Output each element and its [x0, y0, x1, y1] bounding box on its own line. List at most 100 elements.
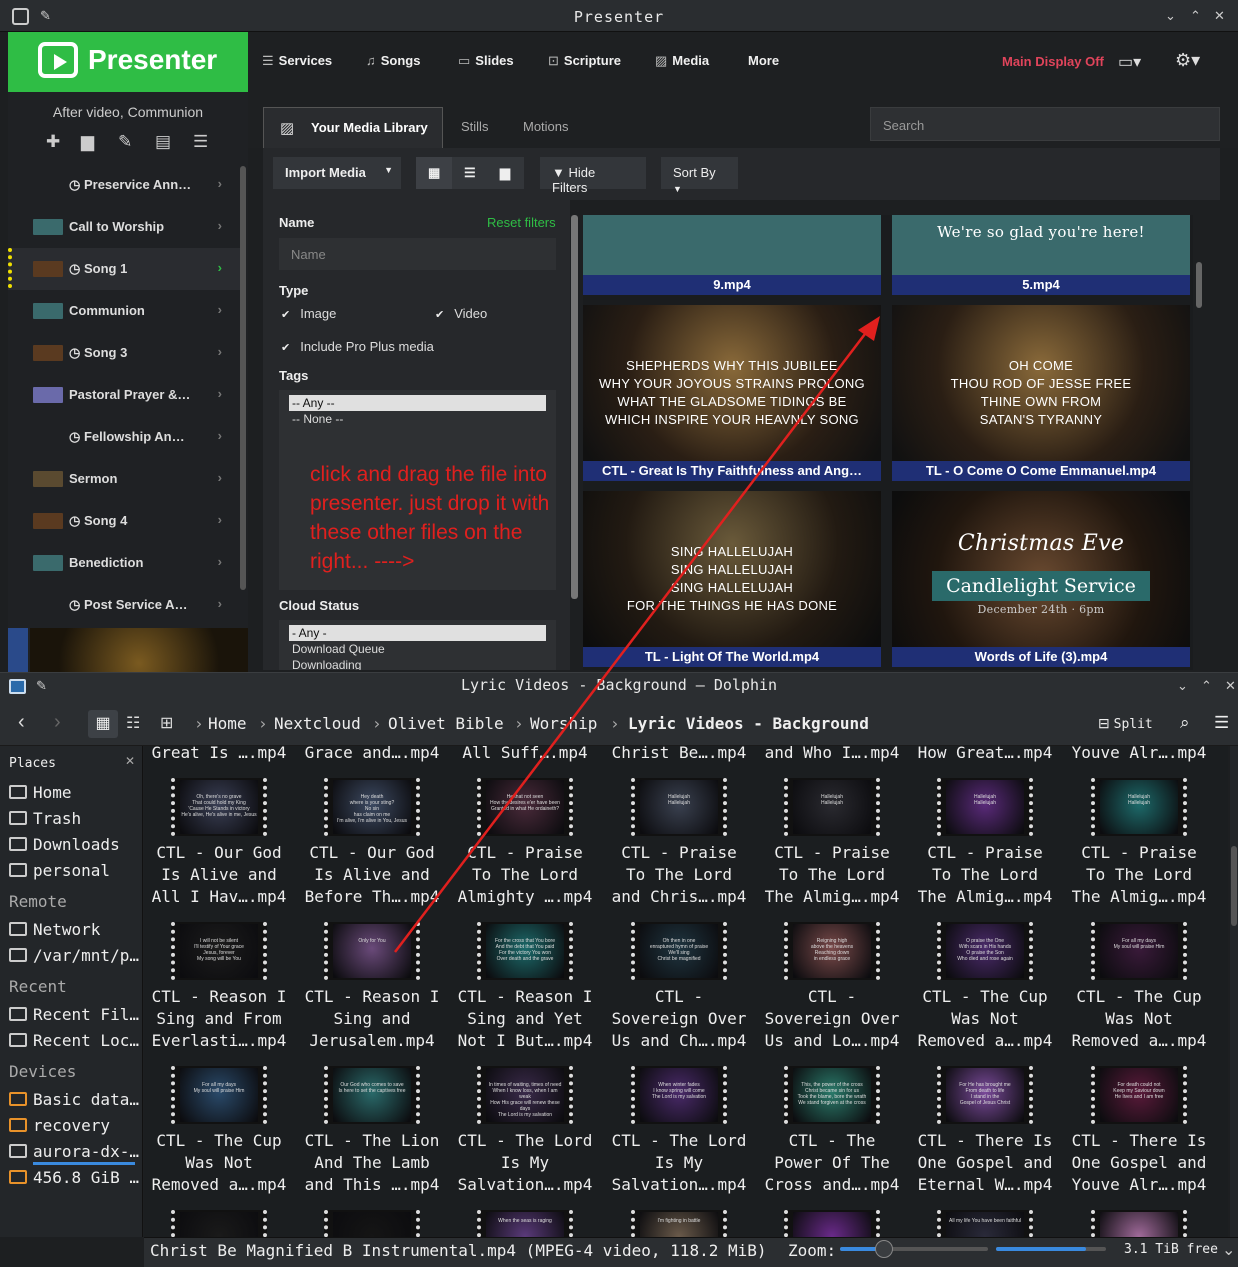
close-icon[interactable]: ✕	[1214, 8, 1225, 24]
list-view-icon[interactable]: ☰	[193, 132, 208, 152]
media-tile[interactable]: 9.mp4	[583, 215, 881, 295]
file-view-scrollbar[interactable]	[1230, 746, 1238, 1237]
back-icon[interactable]: ‹	[18, 711, 25, 734]
file-item[interactable]: I'm fighting in battle	[604, 1210, 754, 1237]
sort-by-button[interactable]: Sort By ▼	[661, 157, 738, 194]
file-item[interactable]	[1064, 1210, 1214, 1237]
nav-slides[interactable]: ▭ Slides	[458, 53, 514, 69]
main-display-toggle[interactable]: Main Display Off	[1002, 54, 1104, 69]
file-item[interactable]: Great Is ….mp4	[144, 746, 294, 764]
file-item[interactable]: Oh, there's no grave That could hold my …	[144, 778, 294, 918]
service-item[interactable]: Sermon ›	[8, 458, 240, 500]
minimize-icon[interactable]: ⌄	[1177, 678, 1188, 694]
file-item[interactable]: This, the power of the cross Christ beca…	[757, 1066, 907, 1206]
file-item[interactable]: For death could not Keep my Saviour down…	[1064, 1066, 1214, 1206]
grid-view-button[interactable]: ▦	[416, 157, 452, 189]
places-item[interactable]: Downloads	[9, 835, 143, 854]
breadcrumb-item[interactable]: Worship	[530, 714, 597, 733]
file-item[interactable]: For all my days My soul will praise Him C…	[1064, 922, 1214, 1062]
list-view-button[interactable]: ☰	[452, 157, 488, 189]
tab-your-media-library[interactable]: ▨ Your Media Library	[263, 107, 443, 149]
service-item[interactable]: ◷ Preservice Ann… ›	[8, 164, 240, 206]
file-item[interactable]: Hallelujah Hallelujah CTL - Praise To The…	[757, 778, 907, 918]
file-item[interactable]: When the seas is raging	[450, 1210, 600, 1237]
close-icon[interactable]: ✕	[1225, 678, 1236, 694]
maximize-icon[interactable]: ⌃	[1190, 8, 1201, 24]
file-item[interactable]: Hallelujah Hallelujah CTL - Praise To The…	[604, 778, 754, 918]
file-item[interactable]: O praise the One With scars in His hands…	[910, 922, 1060, 1062]
file-item[interactable]: Grace and….mp4	[297, 746, 447, 764]
cloud-option[interactable]: Downloading	[289, 657, 546, 670]
folder-view-button[interactable]: ▆	[488, 157, 524, 189]
places-item[interactable]: Recent Fil…	[9, 1005, 143, 1024]
places-item[interactable]: Recent Loc…	[9, 1031, 143, 1050]
service-item[interactable]: Communion ›	[8, 290, 240, 332]
file-item[interactable]: Our God who comes to save Is here to set…	[297, 1066, 447, 1206]
nav-more[interactable]: More	[748, 53, 779, 68]
breadcrumb-item[interactable]: Olivet Bible	[388, 714, 504, 733]
file-item[interactable]	[297, 1210, 447, 1237]
file-item[interactable]	[144, 1210, 294, 1237]
file-item[interactable]: and Who I….mp4	[757, 746, 907, 764]
places-item[interactable]: aurora-dx-…	[9, 1142, 143, 1161]
places-item[interactable]: personal	[9, 861, 143, 880]
import-media-button[interactable]: Import Media ▼	[273, 157, 401, 189]
service-item[interactable]: ◷ Song 3 ›	[8, 332, 240, 374]
name-filter-input[interactable]: Name	[279, 238, 556, 270]
media-tile[interactable]: Christmas Eve Candlelight Service Decemb…	[892, 491, 1190, 667]
zoom-slider-knob[interactable]	[875, 1240, 894, 1258]
tab-stills[interactable]: Stills	[461, 119, 488, 134]
file-item[interactable]: In times of waiting, times of need When …	[450, 1066, 600, 1206]
file-item[interactable]: Only for You CTL - Reason I Sing and Jeru…	[297, 922, 447, 1062]
file-item[interactable]: Hallelujah Hallelujah CTL - Praise To The…	[910, 778, 1060, 918]
icons-view-button[interactable]: ▦	[88, 710, 118, 738]
file-item[interactable]: For the cross that You bore And the debt…	[450, 922, 600, 1062]
service-item[interactable]: ◷ Song 1 ›	[8, 248, 240, 290]
media-tile[interactable]: We're so glad you're here! 5.mp4	[892, 215, 1190, 295]
search-icon[interactable]: ⌕	[1180, 713, 1190, 733]
gear-icon[interactable]: ⚙▾	[1175, 50, 1200, 71]
places-item[interactable]: /var/mnt/p…	[9, 946, 143, 965]
places-item[interactable]: recovery	[9, 1116, 143, 1135]
print-icon[interactable]: ▤	[155, 132, 171, 152]
hamburger-menu-icon[interactable]: ☰	[1214, 713, 1229, 733]
file-item[interactable]: I will not be silent I'll testify of You…	[144, 922, 294, 1062]
places-item[interactable]: Trash	[9, 809, 143, 828]
file-item[interactable]: He that not seen How thy desires e'er ha…	[450, 778, 600, 918]
filters-scrollbar[interactable]	[571, 215, 578, 599]
places-item[interactable]: Network	[9, 920, 143, 939]
maximize-icon[interactable]: ⌃	[1201, 678, 1212, 694]
file-item[interactable]: Oh then in one enraptured hymn of praise…	[604, 922, 754, 1062]
file-item[interactable]: How Great….mp4	[910, 746, 1060, 764]
service-item[interactable]: ◷ Song 4 ›	[8, 500, 240, 542]
tab-motions[interactable]: Motions	[523, 119, 569, 134]
tags-option[interactable]: -- Any --	[289, 395, 546, 411]
breadcrumb-item[interactable]: Home	[208, 714, 247, 733]
media-tile[interactable]: SING HALLELUJAH SING HALLELUJAH SING HAL…	[583, 491, 881, 667]
file-item[interactable]: When winter fades I know spring will com…	[604, 1066, 754, 1206]
file-item[interactable]: Youve Alr….mp4	[1064, 746, 1214, 764]
details-view-icon[interactable]: ⊞	[160, 713, 173, 733]
reset-filters-link[interactable]: Reset filters	[487, 215, 556, 230]
service-item[interactable]: ◷ Post Service A… ›	[8, 584, 240, 626]
cloud-option[interactable]: - Any -	[289, 625, 546, 641]
breadcrumb-item[interactable]: Nextcloud	[274, 714, 361, 733]
service-item[interactable]: Call to Worship ›	[8, 206, 240, 248]
edit-icon[interactable]: ✎	[118, 132, 132, 152]
search-input[interactable]: Search	[870, 107, 1220, 141]
minimize-icon[interactable]: ⌄	[1165, 8, 1176, 24]
media-tile[interactable]: OH COME THOU ROD OF JESSE FREE THINE OWN…	[892, 305, 1190, 481]
cloud-option[interactable]: Download Queue	[289, 641, 546, 657]
service-item[interactable]: Benediction ›	[8, 542, 240, 584]
sidebar-scrollbar[interactable]	[240, 166, 246, 590]
breadcrumb-current[interactable]: Lyric Videos - Background	[628, 714, 869, 733]
file-item[interactable]: For He has brought me From death to life…	[910, 1066, 1060, 1206]
chevron-down-icon[interactable]: ⌄	[1222, 1240, 1235, 1260]
scroll-thumb[interactable]	[1231, 846, 1237, 926]
file-item[interactable]: Hey death where is your sting? No sin ha…	[297, 778, 447, 918]
places-item[interactable]: Basic data…	[9, 1090, 143, 1109]
monitor-icon[interactable]: ▭▾	[1118, 52, 1141, 72]
file-item[interactable]: Christ Be….mp4	[604, 746, 754, 764]
nav-songs[interactable]: ♫ Songs	[366, 53, 420, 68]
places-item[interactable]: Home	[9, 783, 143, 802]
